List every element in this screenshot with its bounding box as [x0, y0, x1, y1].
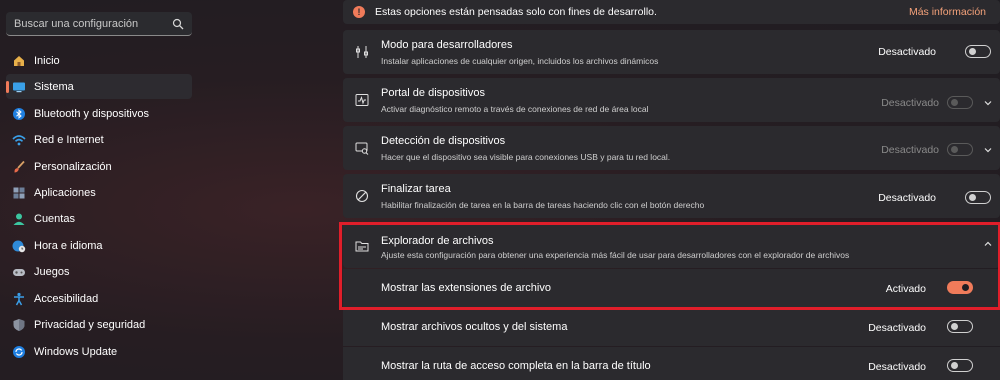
- setting-title: Portal de dispositivos: [381, 87, 485, 99]
- search-icon[interactable]: [172, 18, 184, 30]
- sidebar-item-hora[interactable]: Hora e idioma: [6, 233, 192, 258]
- sidebar-item-label: Sistema: [34, 80, 74, 93]
- brush-icon: [14, 160, 25, 172]
- device-portal-toggle[interactable]: [947, 96, 973, 109]
- bluetooth-icon: [13, 107, 25, 120]
- sidebar-item-juegos[interactable]: Juegos: [6, 259, 192, 284]
- end-task-icon: [355, 189, 369, 203]
- toggle-state-label: Desactivado: [878, 46, 936, 58]
- option-title: Mostrar la ruta de acceso completa en la…: [381, 360, 651, 372]
- apps-icon: [13, 187, 25, 198]
- developer-mode-toggle[interactable]: [965, 45, 991, 58]
- sidebar-item-personalizacion[interactable]: Personalización: [6, 154, 192, 179]
- sidebar-item-label: Accesibilidad: [34, 292, 99, 305]
- chevron-down-icon[interactable]: [983, 98, 993, 108]
- setting-subtitle: Hacer que el dispositivo sea visible par…: [381, 152, 671, 162]
- wifi-icon: [12, 134, 26, 145]
- device-discovery-icon: [355, 142, 369, 155]
- sidebar-item-label: Inicio: [34, 54, 60, 67]
- person-icon: [13, 213, 25, 225]
- sidebar-item-inicio[interactable]: Inicio: [6, 48, 192, 73]
- show-full-path-row: Mostrar la ruta de acceso completa en la…: [343, 347, 1000, 380]
- sidebar-item-label: Bluetooth y dispositivos: [34, 107, 149, 120]
- sidebar-item-sistema[interactable]: Sistema: [6, 74, 192, 99]
- sidebar-item-red[interactable]: Red e Internet: [6, 127, 192, 152]
- accessibility-icon: [14, 292, 24, 305]
- main-content: ! Estas opciones están pensadas solo con…: [343, 0, 1000, 380]
- sidebar-item-windows-update[interactable]: Windows Update: [6, 339, 192, 364]
- highlight-frame: [339, 222, 1000, 310]
- home-icon: [14, 55, 24, 66]
- developer-info-banner: ! Estas opciones están pensadas solo con…: [343, 0, 1000, 24]
- info-icon: !: [353, 6, 365, 18]
- sidebar-item-label: Windows Update: [34, 345, 118, 358]
- device-discovery-row[interactable]: Detección de dispositivos Hacer que el d…: [343, 126, 1000, 170]
- gamepad-icon: [13, 268, 25, 276]
- device-portal-row[interactable]: Portal de dispositivos Activar diagnósti…: [343, 78, 1000, 122]
- setting-title: Finalizar tarea: [381, 183, 451, 195]
- search-input[interactable]: Buscar una configuración: [6, 12, 192, 36]
- update-icon: [13, 345, 25, 358]
- end-task-toggle[interactable]: [965, 191, 991, 204]
- sidebar-item-privacidad[interactable]: Privacidad y seguridad: [6, 312, 192, 337]
- search-placeholder: Buscar una configuración: [14, 17, 139, 30]
- sidebar-item-label: Hora e idioma: [34, 239, 103, 252]
- show-full-path-toggle[interactable]: [947, 359, 973, 372]
- sidebar-item-aplicaciones[interactable]: Aplicaciones: [6, 180, 192, 205]
- diagnostics-icon: [355, 94, 369, 106]
- developer-tools-icon: [356, 46, 368, 58]
- banner-text: Estas opciones están pensadas solo con f…: [375, 6, 657, 18]
- sidebar-item-accesibilidad[interactable]: Accesibilidad: [6, 286, 192, 311]
- toggle-state-label: Desactivado: [881, 97, 939, 109]
- active-indicator: [6, 81, 9, 93]
- sidebar-item-label: Red e Internet: [34, 133, 104, 146]
- toggle-state-label: Desactivado: [868, 361, 926, 373]
- sidebar-item-label: Juegos: [34, 265, 70, 278]
- sidebar-item-label: Aplicaciones: [34, 186, 96, 199]
- setting-title: Detección de dispositivos: [381, 135, 506, 147]
- show-hidden-files-toggle[interactable]: [947, 320, 973, 333]
- toggle-state-label: Desactivado: [881, 144, 939, 156]
- chevron-down-icon[interactable]: [983, 145, 993, 155]
- setting-subtitle: Activar diagnóstico remoto a través de c…: [381, 104, 649, 114]
- setting-title: Modo para desarrolladores: [381, 39, 513, 51]
- display-icon: [13, 82, 25, 92]
- sidebar-item-bluetooth[interactable]: Bluetooth y dispositivos: [6, 101, 192, 126]
- setting-subtitle: Instalar aplicaciones de cualquier orige…: [381, 56, 659, 66]
- option-title: Mostrar archivos ocultos y del sistema: [381, 321, 568, 333]
- sidebar-item-cuentas[interactable]: Cuentas: [6, 206, 192, 231]
- device-discovery-toggle[interactable]: [947, 143, 973, 156]
- sidebar: Buscar una configuración Inicio Sistema …: [0, 0, 200, 380]
- developer-mode-row: Modo para desarrolladores Instalar aplic…: [343, 30, 1000, 74]
- setting-subtitle: Habilitar finalización de tarea en la ba…: [381, 200, 705, 210]
- end-task-row: Finalizar tarea Habilitar finalización d…: [343, 174, 1000, 218]
- toggle-state-label: Desactivado: [868, 322, 926, 334]
- sidebar-item-label: Privacidad y seguridad: [34, 318, 146, 331]
- show-hidden-files-row: Mostrar archivos ocultos y del sistema D…: [343, 308, 1000, 346]
- sidebar-item-label: Cuentas: [34, 212, 75, 225]
- globe-clock-icon: [12, 240, 26, 252]
- shield-icon: [13, 318, 25, 331]
- sidebar-item-label: Personalización: [34, 160, 112, 173]
- more-info-link[interactable]: Más información: [909, 6, 986, 18]
- toggle-state-label: Desactivado: [878, 192, 936, 204]
